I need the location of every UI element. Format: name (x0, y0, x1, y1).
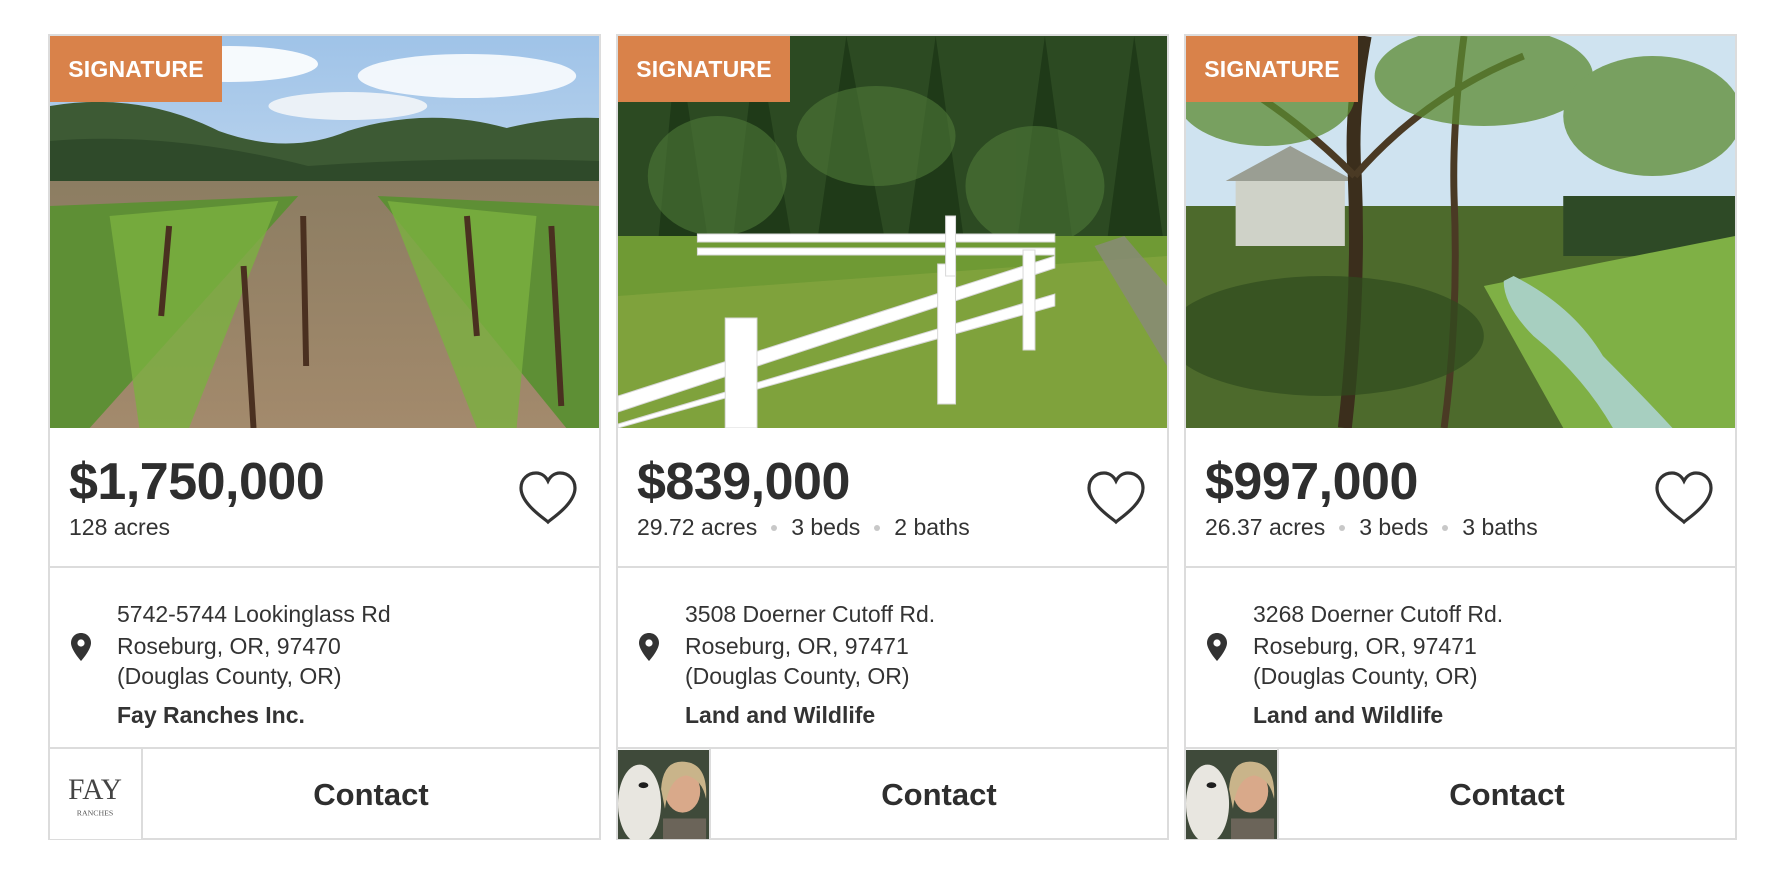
contact-row: Contact (1186, 749, 1735, 840)
map-pin-icon (71, 633, 91, 661)
address-section: 5742-5744 Lookinglass Rd Roseburg, OR, 9… (50, 568, 599, 749)
acreage: 29.72 acres (637, 514, 758, 540)
signature-badge: SIGNATURE (50, 36, 222, 102)
separator-dot (771, 524, 778, 531)
address-county: (Douglas County, OR) (117, 663, 342, 689)
listing-card[interactable]: SIGNATURE $1,750,000 128 acres 5742-5744… (48, 34, 601, 840)
price-section: $839,000 29.72 acres 3 beds 2 baths (618, 428, 1167, 568)
address-street: 3508 Doerner Cutoff Rd. (685, 601, 936, 627)
contact-row: Contact (618, 749, 1167, 840)
address-street: 3268 Doerner Cutoff Rd. (1253, 601, 1504, 627)
listing-cards: SIGNATURE $1,750,000 128 acres 5742-5744… (48, 34, 1737, 840)
agent-name: Land and Wildlife (685, 702, 876, 728)
separator-dot (1339, 524, 1346, 531)
listing-card[interactable]: SIGNATURE $839,000 29.72 acres 3 beds 2 … (616, 34, 1169, 840)
agent-name: Land and Wildlife (1253, 702, 1444, 728)
listing-card[interactable]: SIGNATURE $997,000 26.37 acres 3 beds 3 … (1184, 34, 1737, 840)
beds: 3 beds (1359, 514, 1429, 540)
contact-button[interactable]: Contact (1279, 749, 1735, 840)
address-city: Roseburg, OR, 97471 (685, 633, 909, 659)
creek-photo[interactable]: SIGNATURE (1186, 36, 1735, 428)
acreage: 26.37 acres (1205, 514, 1326, 540)
agent-name: Fay Ranches Inc. (117, 702, 305, 728)
agent-logo[interactable]: FAY RANCHES (50, 749, 143, 840)
signature-badge: SIGNATURE (618, 36, 790, 102)
white-fence-photo[interactable]: SIGNATURE (618, 36, 1167, 428)
contact-button[interactable]: Contact (711, 749, 1167, 840)
heart-icon[interactable] (517, 470, 579, 526)
logo-subtext: RANCHES (77, 809, 113, 818)
address-city: Roseburg, OR, 97471 (1253, 633, 1477, 659)
logo-text: FAY (68, 774, 122, 806)
address-county: (Douglas County, OR) (1253, 663, 1478, 689)
price-section: $997,000 26.37 acres 3 beds 3 baths (1186, 428, 1735, 568)
heart-icon[interactable] (1085, 470, 1147, 526)
agent-avatar[interactable] (618, 749, 711, 840)
acreage: 128 acres (69, 514, 171, 540)
address-street: 5742-5744 Lookinglass Rd (117, 601, 391, 627)
map-pin-icon (1207, 633, 1227, 661)
address-section: 3268 Doerner Cutoff Rd. Roseburg, OR, 97… (1186, 568, 1735, 749)
baths: 2 baths (894, 514, 970, 540)
agent-avatar[interactable] (1186, 749, 1279, 840)
separator-dot (874, 524, 881, 531)
contact-button[interactable]: Contact (143, 749, 599, 840)
address-city: Roseburg, OR, 97470 (117, 633, 341, 659)
address-county: (Douglas County, OR) (685, 663, 910, 689)
signature-badge: SIGNATURE (1186, 36, 1358, 102)
price-section: $1,750,000 128 acres (50, 428, 599, 568)
baths: 3 baths (1462, 514, 1538, 540)
address-section: 3508 Doerner Cutoff Rd. Roseburg, OR, 97… (618, 568, 1167, 749)
separator-dot (1442, 524, 1449, 531)
vineyard-photo[interactable]: SIGNATURE (50, 36, 599, 428)
contact-row: FAY RANCHES Contact (50, 749, 599, 840)
map-pin-icon (639, 633, 659, 661)
heart-icon[interactable] (1653, 470, 1715, 526)
beds: 3 beds (791, 514, 861, 540)
